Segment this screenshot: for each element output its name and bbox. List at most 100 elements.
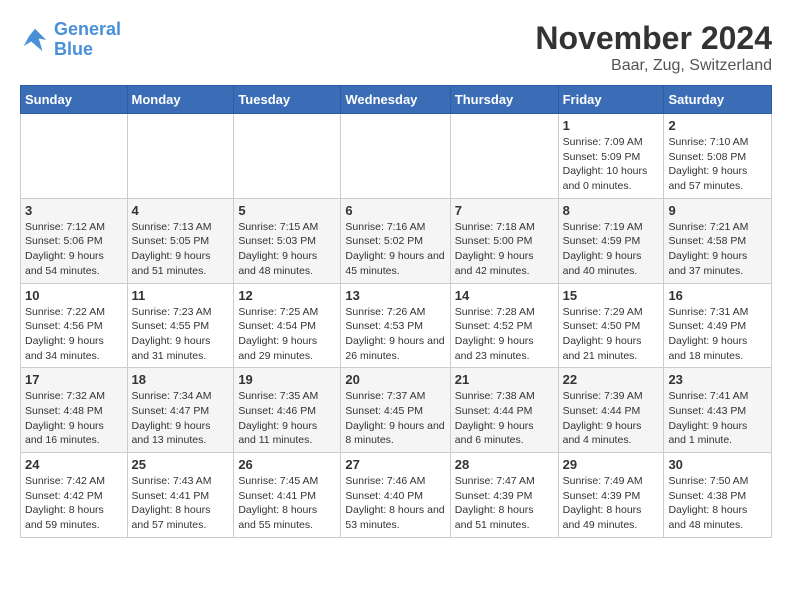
- day-number: 7: [455, 203, 554, 218]
- calendar-cell: 18 Sunrise: 7:34 AM Sunset: 4:47 PM Dayli…: [127, 368, 234, 453]
- calendar-cell: 23Sunrise: 7:41 AM Sunset: 4:43 PM Dayli…: [664, 368, 772, 453]
- calendar-cell: 30Sunrise: 7:50 AM Sunset: 4:38 PM Dayli…: [664, 453, 772, 538]
- calendar-cell: 26Sunrise: 7:45 AM Sunset: 4:41 PM Dayli…: [234, 453, 341, 538]
- weekday-header: Thursday: [450, 86, 558, 114]
- day-number: 10: [25, 288, 123, 303]
- calendar-cell: 1 Sunrise: 7:09 AM Sunset: 5:09 PM Daylig…: [558, 114, 664, 199]
- day-number: 21: [455, 372, 554, 387]
- day-info: Sunrise: 7:25 AM Sunset: 4:54 PM Dayligh…: [238, 305, 336, 364]
- calendar-week-row: 24 Sunrise: 7:42 AM Sunset: 4:42 PM Dayli…: [21, 453, 772, 538]
- logo: General Blue: [20, 20, 121, 60]
- calendar-cell: [234, 114, 341, 199]
- calendar-cell: 11Sunrise: 7:23 AM Sunset: 4:55 PM Dayli…: [127, 283, 234, 368]
- day-number: 12: [238, 288, 336, 303]
- day-info: Sunrise: 7:50 AM Sunset: 4:38 PM Dayligh…: [668, 474, 767, 533]
- day-info: Sunrise: 7:12 AM Sunset: 5:06 PM Dayligh…: [25, 220, 123, 279]
- weekday-header: Saturday: [664, 86, 772, 114]
- calendar-cell: [341, 114, 450, 199]
- calendar-week-row: 1 Sunrise: 7:09 AM Sunset: 5:09 PM Daylig…: [21, 114, 772, 199]
- page-header: General Blue November 2024 Baar, Zug, Sw…: [20, 20, 772, 75]
- day-number: 4: [132, 203, 230, 218]
- calendar-cell: 24 Sunrise: 7:42 AM Sunset: 4:42 PM Dayli…: [21, 453, 128, 538]
- day-info: Sunrise: 7:15 AM Sunset: 5:03 PM Dayligh…: [238, 220, 336, 279]
- calendar-cell: 25 Sunrise: 7:43 AM Sunset: 4:41 PM Dayli…: [127, 453, 234, 538]
- day-number: 8: [563, 203, 660, 218]
- day-number: 3: [25, 203, 123, 218]
- day-info: Sunrise: 7:09 AM Sunset: 5:09 PM Dayligh…: [563, 135, 660, 194]
- day-info: Sunrise: 7:13 AM Sunset: 5:05 PM Dayligh…: [132, 220, 230, 279]
- calendar-cell: 5 Sunrise: 7:15 AM Sunset: 5:03 PM Daylig…: [234, 198, 341, 283]
- day-info: Sunrise: 7:39 AM Sunset: 4:44 PM Dayligh…: [563, 389, 660, 448]
- day-number: 2: [668, 118, 767, 133]
- calendar-cell: 14 Sunrise: 7:28 AM Sunset: 4:52 PM Dayli…: [450, 283, 558, 368]
- calendar-cell: [450, 114, 558, 199]
- calendar-cell: 4 Sunrise: 7:13 AM Sunset: 5:05 PM Daylig…: [127, 198, 234, 283]
- day-number: 28: [455, 457, 554, 472]
- calendar-cell: 16 Sunrise: 7:31 AM Sunset: 4:49 PM Dayli…: [664, 283, 772, 368]
- calendar-cell: 28 Sunrise: 7:47 AM Sunset: 4:39 PM Dayli…: [450, 453, 558, 538]
- location-subtitle: Baar, Zug, Switzerland: [535, 57, 772, 75]
- day-info: Sunrise: 7:10 AM Sunset: 5:08 PM Dayligh…: [668, 135, 767, 194]
- day-info: Sunrise: 7:28 AM Sunset: 4:52 PM Dayligh…: [455, 305, 554, 364]
- weekday-header: Wednesday: [341, 86, 450, 114]
- day-number: 13: [345, 288, 445, 303]
- day-number: 14: [455, 288, 554, 303]
- day-number: 27: [345, 457, 445, 472]
- day-info: Sunrise: 7:38 AM Sunset: 4:44 PM Dayligh…: [455, 389, 554, 448]
- day-info: Sunrise: 7:21 AM Sunset: 4:58 PM Dayligh…: [668, 220, 767, 279]
- day-info: Sunrise: 7:49 AM Sunset: 4:39 PM Dayligh…: [563, 474, 660, 533]
- day-number: 25: [132, 457, 230, 472]
- day-info: Sunrise: 7:18 AM Sunset: 5:00 PM Dayligh…: [455, 220, 554, 279]
- calendar-cell: 29 Sunrise: 7:49 AM Sunset: 4:39 PM Dayli…: [558, 453, 664, 538]
- calendar-cell: 8Sunrise: 7:19 AM Sunset: 4:59 PM Daylig…: [558, 198, 664, 283]
- calendar-table: SundayMondayTuesdayWednesdayThursdayFrid…: [20, 85, 772, 538]
- weekday-header: Sunday: [21, 86, 128, 114]
- logo-icon: [20, 25, 50, 55]
- day-info: Sunrise: 7:31 AM Sunset: 4:49 PM Dayligh…: [668, 305, 767, 364]
- calendar-cell: 7 Sunrise: 7:18 AM Sunset: 5:00 PM Daylig…: [450, 198, 558, 283]
- day-info: Sunrise: 7:42 AM Sunset: 4:42 PM Dayligh…: [25, 474, 123, 533]
- day-info: Sunrise: 7:23 AM Sunset: 4:55 PM Dayligh…: [132, 305, 230, 364]
- day-info: Sunrise: 7:29 AM Sunset: 4:50 PM Dayligh…: [563, 305, 660, 364]
- day-number: 6: [345, 203, 445, 218]
- weekday-header: Tuesday: [234, 86, 341, 114]
- day-info: Sunrise: 7:37 AM Sunset: 4:45 PM Dayligh…: [345, 389, 445, 448]
- calendar-cell: 22 Sunrise: 7:39 AM Sunset: 4:44 PM Dayli…: [558, 368, 664, 453]
- day-number: 22: [563, 372, 660, 387]
- calendar-cell: [21, 114, 128, 199]
- calendar-cell: 2 Sunrise: 7:10 AM Sunset: 5:08 PM Daylig…: [664, 114, 772, 199]
- day-info: Sunrise: 7:16 AM Sunset: 5:02 PM Dayligh…: [345, 220, 445, 279]
- logo-line1: General: [54, 19, 121, 39]
- logo-text: General Blue: [54, 20, 121, 60]
- calendar-cell: 3 Sunrise: 7:12 AM Sunset: 5:06 PM Daylig…: [21, 198, 128, 283]
- day-number: 24: [25, 457, 123, 472]
- calendar-week-row: 3 Sunrise: 7:12 AM Sunset: 5:06 PM Daylig…: [21, 198, 772, 283]
- day-info: Sunrise: 7:43 AM Sunset: 4:41 PM Dayligh…: [132, 474, 230, 533]
- day-info: Sunrise: 7:45 AM Sunset: 4:41 PM Dayligh…: [238, 474, 336, 533]
- day-info: Sunrise: 7:46 AM Sunset: 4:40 PM Dayligh…: [345, 474, 445, 533]
- calendar-cell: 20 Sunrise: 7:37 AM Sunset: 4:45 PM Dayli…: [341, 368, 450, 453]
- calendar-header: SundayMondayTuesdayWednesdayThursdayFrid…: [21, 86, 772, 114]
- calendar-cell: 19Sunrise: 7:35 AM Sunset: 4:46 PM Dayli…: [234, 368, 341, 453]
- day-number: 16: [668, 288, 767, 303]
- day-number: 20: [345, 372, 445, 387]
- day-number: 29: [563, 457, 660, 472]
- day-number: 5: [238, 203, 336, 218]
- day-info: Sunrise: 7:35 AM Sunset: 4:46 PM Dayligh…: [238, 389, 336, 448]
- day-info: Sunrise: 7:26 AM Sunset: 4:53 PM Dayligh…: [345, 305, 445, 364]
- logo-line2: Blue: [54, 40, 121, 60]
- weekday-header: Monday: [127, 86, 234, 114]
- calendar-cell: 21 Sunrise: 7:38 AM Sunset: 4:44 PM Dayli…: [450, 368, 558, 453]
- day-info: Sunrise: 7:22 AM Sunset: 4:56 PM Dayligh…: [25, 305, 123, 364]
- day-number: 1: [563, 118, 660, 133]
- day-info: Sunrise: 7:47 AM Sunset: 4:39 PM Dayligh…: [455, 474, 554, 533]
- day-number: 18: [132, 372, 230, 387]
- day-info: Sunrise: 7:34 AM Sunset: 4:47 PM Dayligh…: [132, 389, 230, 448]
- calendar-cell: 15 Sunrise: 7:29 AM Sunset: 4:50 PM Dayli…: [558, 283, 664, 368]
- calendar-cell: 13 Sunrise: 7:26 AM Sunset: 4:53 PM Dayli…: [341, 283, 450, 368]
- calendar-cell: 10 Sunrise: 7:22 AM Sunset: 4:56 PM Dayli…: [21, 283, 128, 368]
- day-number: 17: [25, 372, 123, 387]
- day-number: 15: [563, 288, 660, 303]
- day-number: 9: [668, 203, 767, 218]
- month-title: November 2024: [535, 20, 772, 57]
